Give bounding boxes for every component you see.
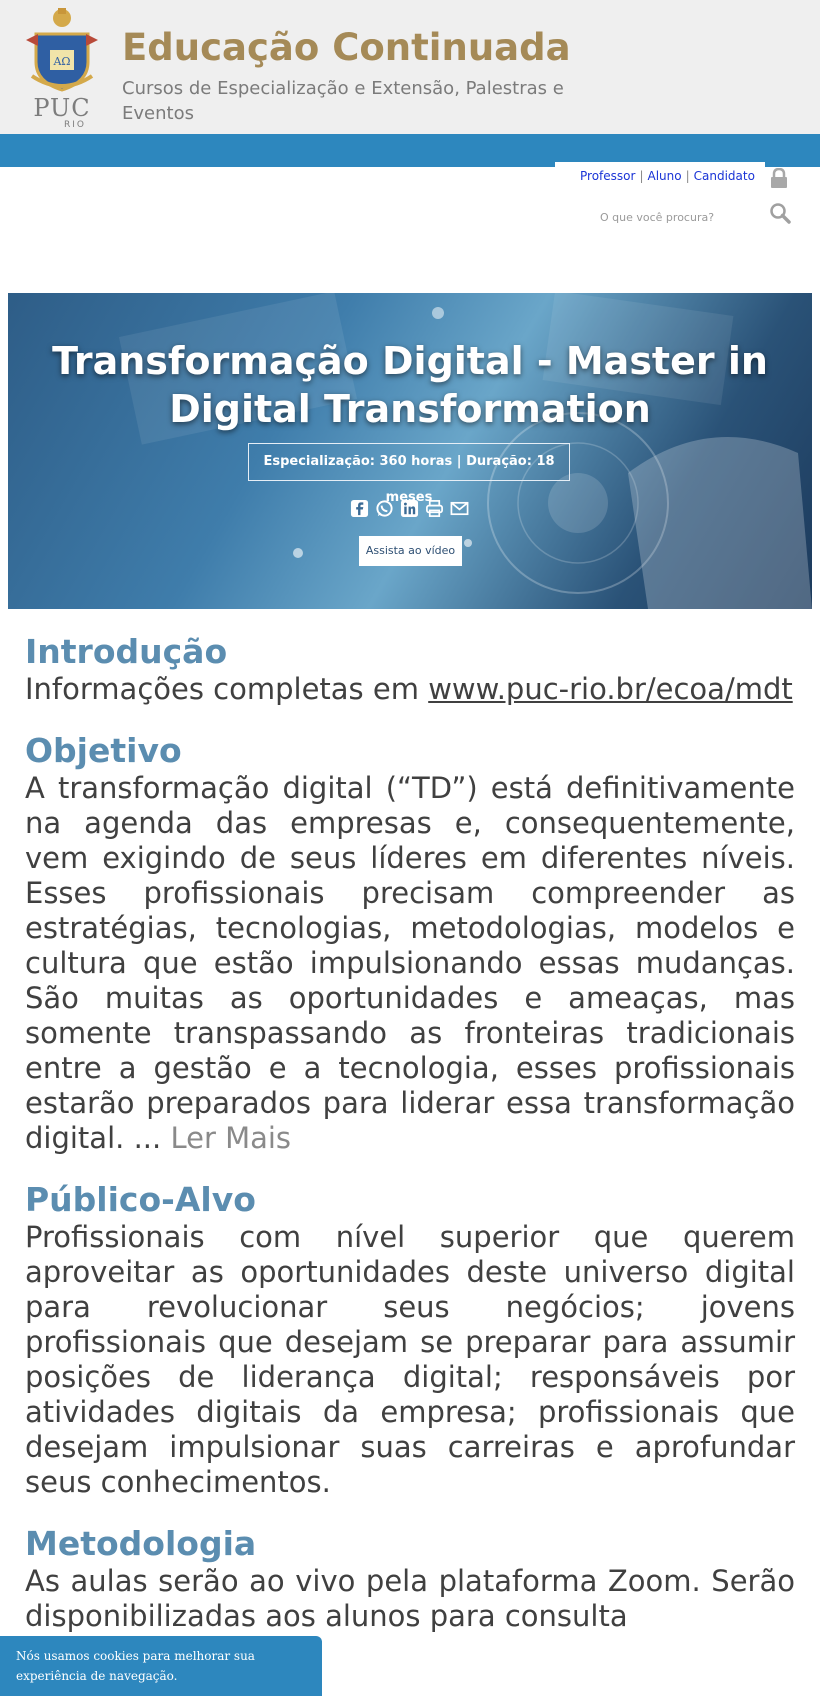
site-header: AΩ PUC RIO Educação Continuada Cursos de… — [0, 0, 820, 134]
search-icon[interactable] — [769, 202, 791, 224]
logo-subtext: RIO — [64, 120, 86, 130]
share-icons — [350, 499, 469, 519]
login-links: Professor | Aluno | Candidato — [580, 169, 755, 183]
intro-text-prefix: Informações completas em — [25, 672, 429, 706]
course-content: Introdução Informações completas em www.… — [25, 632, 795, 1634]
linkedin-icon[interactable] — [400, 499, 419, 518]
watch-video-button[interactable]: Assista ao vídeo — [359, 536, 462, 566]
coat-of-arms-icon: AΩ — [26, 8, 98, 92]
site-title[interactable]: Educação Continuada — [122, 26, 571, 69]
methodology-text: As aulas serão ao vivo pela plataforma Z… — [25, 1564, 795, 1633]
audience-text: Profissionais com nível superior que que… — [25, 1220, 795, 1499]
separator: | — [685, 169, 690, 183]
section-title-intro: Introdução — [25, 632, 228, 671]
login-link-professor[interactable]: Professor — [580, 169, 635, 183]
search-input[interactable] — [598, 206, 762, 228]
course-info-link[interactable]: www.puc-rio.br/ecoa/mdt — [428, 672, 793, 706]
login-link-candidato[interactable]: Candidato — [694, 169, 755, 183]
section-title-audience: Público-Alvo — [25, 1180, 256, 1219]
cookie-notice[interactable]: Nós usamos cookies para melhorar sua exp… — [0, 1636, 322, 1696]
puc-rio-logo[interactable]: AΩ PUC RIO — [22, 6, 102, 130]
section-title-methodology: Metodologia — [25, 1524, 257, 1563]
mail-icon[interactable] — [450, 499, 469, 518]
logo-text: PUC — [33, 94, 91, 122]
section-title-objective: Objetivo — [25, 731, 182, 770]
svg-text:AΩ: AΩ — [52, 55, 70, 68]
intro-text: Informações completas em www.puc-rio.br/… — [25, 672, 795, 707]
facebook-icon[interactable] — [350, 499, 369, 518]
print-icon[interactable] — [425, 499, 444, 518]
course-hero-banner: Transformação Digital - Master in Digita… — [8, 293, 812, 609]
objective-text: A transformação digital (“TD”) está defi… — [25, 771, 795, 1156]
whatsapp-icon[interactable] — [375, 499, 394, 518]
separator: | — [639, 169, 644, 183]
objective-body: A transformação digital (“TD”) está defi… — [25, 771, 795, 1155]
read-more-link[interactable]: Ler Mais — [170, 1121, 291, 1155]
course-duration-badge: Especialização: 360 horas | Duração: 18 … — [248, 443, 570, 505]
login-link-aluno[interactable]: Aluno — [647, 169, 681, 183]
lock-icon[interactable] — [770, 168, 788, 188]
site-subtitle: Cursos de Especialização e Extensão, Pal… — [122, 78, 564, 124]
course-title: Transformação Digital - Master in Digita… — [52, 339, 768, 431]
